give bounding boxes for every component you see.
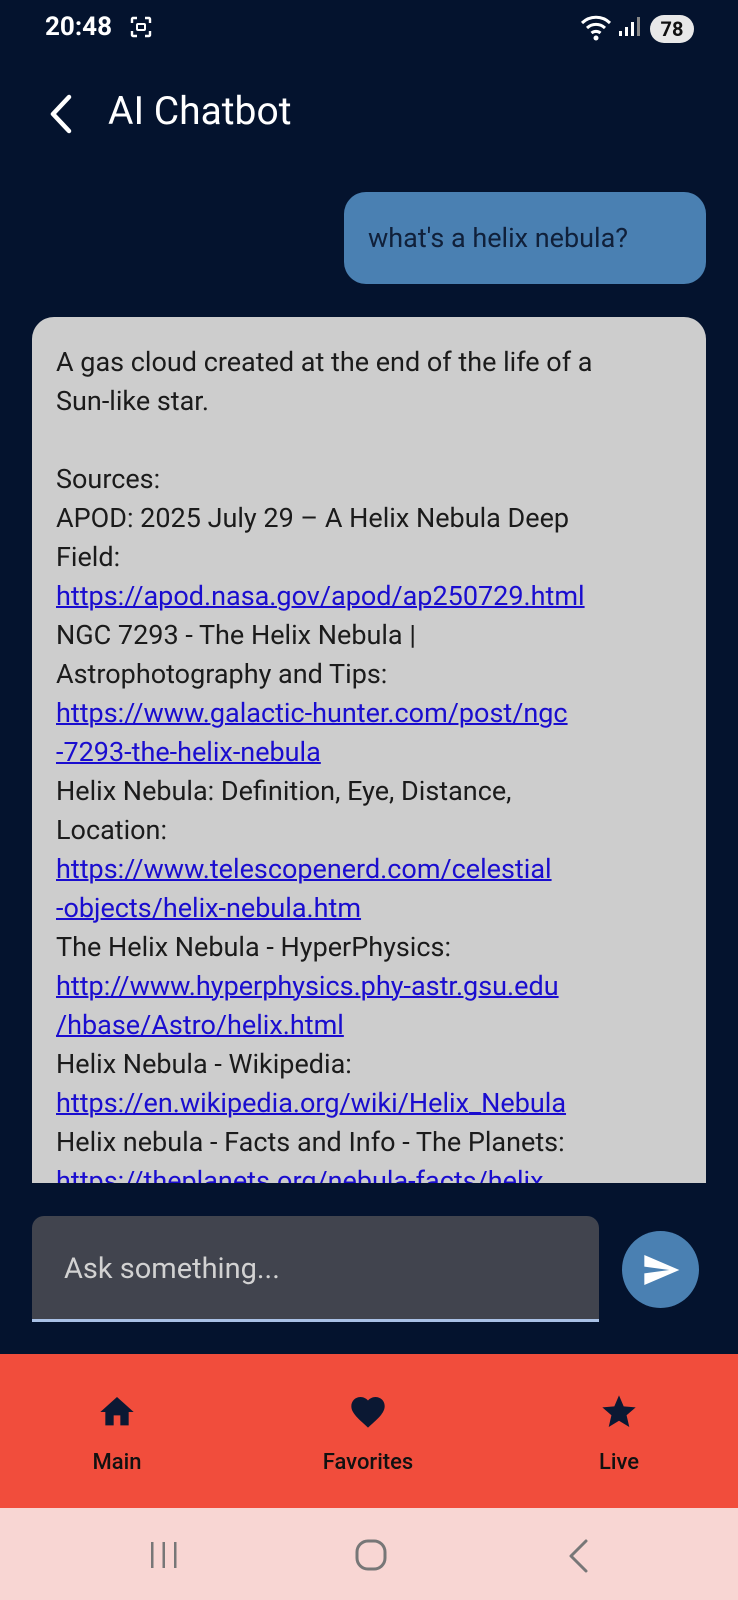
star-icon <box>602 1395 636 1427</box>
home-icon <box>100 1397 134 1426</box>
system-navigation-bar <box>0 1508 738 1600</box>
bot-message-line: A gas cloud created at the end of the li… <box>56 346 593 378</box>
heart-icon <box>351 1397 385 1428</box>
nav-label-favorites: Favorites <box>322 1450 414 1475</box>
bot-message-blank-line <box>56 421 682 460</box>
nav-item-main[interactable]: Main <box>17 1354 217 1508</box>
user-message-text: what's a helix nebula? <box>368 222 629 254</box>
bot-message-line: The Helix Nebula - HyperPhysics: <box>56 931 451 963</box>
source-link[interactable]: https://en.wikipedia.org/wiki/Helix_Nebu… <box>56 1084 682 1123</box>
bot-message-line: Field: <box>56 541 121 573</box>
nav-item-favorites[interactable]: Favorites <box>268 1354 468 1508</box>
user-message-bubble: what's a helix nebula? <box>344 192 706 284</box>
send-icon <box>643 1254 679 1285</box>
send-button[interactable] <box>622 1231 699 1308</box>
nav-label-main: Main <box>92 1450 142 1475</box>
system-back-icon[interactable] <box>566 1538 592 1574</box>
bot-message-bubble: A gas cloud created at the end of the li… <box>32 317 706 1183</box>
source-link[interactable]: https://www.galactic-hunter.com/post/ngc <box>56 694 682 733</box>
bot-message-line: Astrophotography and Tips: <box>56 658 388 690</box>
source-link[interactable]: /hbase/Astro/helix.html <box>56 1006 682 1045</box>
status-time: 20:48 <box>45 12 112 42</box>
source-link[interactable]: -7293-the-helix-nebula <box>56 733 682 772</box>
bot-message-line: Sun-like star. <box>56 385 209 417</box>
home-button-icon[interactable] <box>354 1538 388 1572</box>
bot-message-line: APOD: 2025 July 29 – A Helix Nebula Deep <box>56 502 570 534</box>
bot-message-line: Helix Nebula: Definition, Eye, Distance, <box>56 775 512 807</box>
message-input-container[interactable] <box>32 1216 599 1322</box>
source-link[interactable]: https://apod.nasa.gov/apod/ap250729.html <box>56 577 682 616</box>
recent-apps-icon[interactable] <box>148 1540 180 1570</box>
bot-message-line: Helix Nebula - Wikipedia: <box>56 1048 352 1080</box>
message-input[interactable] <box>62 1248 566 1290</box>
bot-message-line: Location: <box>56 814 168 846</box>
back-arrow-icon[interactable] <box>45 92 75 136</box>
page-title: AI Chatbot <box>108 88 292 134</box>
nav-item-live[interactable]: Live <box>519 1354 719 1508</box>
bot-message-line: Sources: <box>56 463 161 495</box>
source-link[interactable]: -objects/helix-nebula.htm <box>56 889 682 928</box>
battery-indicator: 78 <box>650 15 694 43</box>
bottom-navigation: Main Favorites Live <box>0 1354 738 1508</box>
signal-icon <box>619 17 640 36</box>
bot-message-line: NGC 7293 - The Helix Nebula | <box>56 619 416 651</box>
source-link[interactable]: http://www.hyperphysics.phy-astr.gsu.edu <box>56 967 682 1006</box>
bot-message-line: Helix nebula - Facts and Info - The Plan… <box>56 1126 565 1158</box>
screenshot-icon <box>130 16 152 38</box>
nav-label-live: Live <box>598 1450 640 1475</box>
status-bar: 20:48 78 <box>0 0 738 60</box>
source-link[interactable]: https://www.telescopenerd.com/celestial <box>56 850 682 889</box>
wifi-icon <box>580 15 612 41</box>
source-link[interactable]: https://theplanets.org/nebula-facts/heli… <box>56 1162 682 1183</box>
